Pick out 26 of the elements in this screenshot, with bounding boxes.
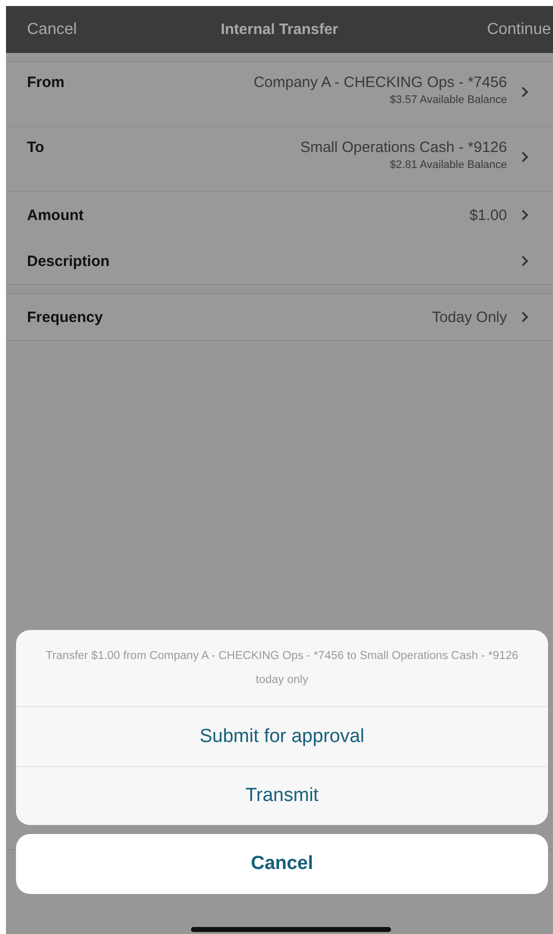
row-label: To	[27, 139, 46, 156]
balance-text: $3.57 Available Balance	[390, 94, 507, 106]
form-row[interactable]: Frequency Today Only	[6, 294, 553, 340]
chevron-right-icon	[521, 86, 529, 98]
row-value: Small Operations Cash - *9126	[300, 139, 507, 156]
form-row[interactable]: Amount $1.00	[6, 192, 553, 238]
row-label: Frequency	[27, 308, 104, 326]
form-row[interactable]: Description	[6, 238, 553, 284]
row-value: Company A - CHECKING Ops - *7456	[254, 74, 507, 91]
chevron-right-icon	[521, 255, 529, 267]
form-row[interactable]: From Company A - CHECKING Ops - *7456 $3.57 Available Balance	[6, 62, 553, 127]
sheet-action[interactable]: Transmit	[16, 766, 548, 825]
cancel-link[interactable]: Cancel	[27, 20, 77, 38]
chevron-right-icon	[521, 151, 529, 163]
row-value: Today Only	[432, 308, 507, 326]
form-row[interactable]: To Small Operations Cash - *9126 $2.81 Available Balance	[6, 127, 553, 192]
row-label: Description	[27, 252, 111, 270]
continue-link[interactable]: Continue	[486, 20, 551, 38]
balance-text: $2.81 Available Balance	[390, 159, 507, 171]
screen-title: Internal Transfer	[220, 21, 338, 38]
chevron-right-icon	[521, 209, 529, 221]
row-label: From	[27, 74, 66, 91]
row-value: $1.00	[469, 206, 507, 224]
sheet-cancel-button[interactable]: Cancel	[16, 834, 548, 894]
chevron-right-icon	[521, 311, 529, 323]
row-label: Amount	[27, 206, 85, 224]
